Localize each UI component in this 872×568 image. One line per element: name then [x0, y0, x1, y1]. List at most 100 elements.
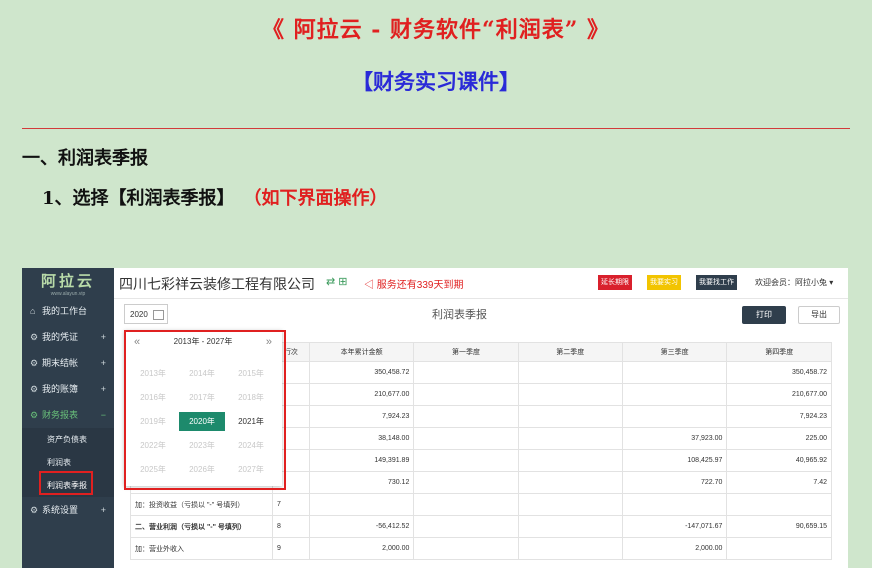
cell-q2 [517, 427, 623, 450]
sidebar-item-label: 我的工作台 [42, 306, 88, 316]
welcome-user[interactable]: 欢迎会员：阿拉小兔 ▾ [755, 277, 833, 288]
export-button[interactable]: 导出 [798, 306, 840, 324]
sidebar-item-label: 财务报表 [42, 410, 79, 420]
cell-q1 [413, 383, 519, 406]
top-bar: 四川七彩祥云装修工程有限公司 ⇄ ⊞ ◁ 服务还有339天到期 延长期限 我要实… [114, 268, 848, 299]
home-icon: ⌂ [30, 306, 36, 316]
extend-button[interactable]: 延长期限 [598, 275, 632, 290]
column-header: 第二季度 [517, 342, 623, 362]
sidebar-item-settings[interactable]: ⚙ 系统设置 + [22, 497, 114, 523]
gears-icon: ⚙ [30, 505, 39, 515]
cell-q4: 210,677.00 [726, 383, 832, 406]
column-header: 第四季度 [726, 342, 832, 362]
sidebar-item-label: 系统设置 [42, 505, 79, 515]
page-title: 利润表季报 [432, 309, 487, 321]
step-heading-text: 1、选择【利润表季报】 [42, 188, 235, 209]
cell-q3 [621, 383, 728, 406]
sidebar-item-label: 我的账簿 [42, 384, 79, 394]
section-heading: 一、利润表季报 [22, 148, 148, 169]
cell-total: -56,412.52 [308, 515, 415, 538]
document-subtitle: 【财务实习课件】 [352, 69, 520, 94]
row-number: 9 [272, 537, 310, 560]
cell-total: 38,148.00 [308, 427, 415, 450]
calendar-icon [153, 310, 164, 320]
highlight-box-menu [39, 471, 93, 495]
cell-total: 210,677.00 [308, 383, 415, 406]
expand-icon: + [100, 384, 106, 394]
highlight-box-picker [124, 330, 286, 490]
cell-q2 [517, 361, 623, 384]
sidebar-item-label: 我的凭证 [42, 332, 79, 342]
expand-icon: + [100, 332, 106, 342]
cell-total: 350,458.72 [308, 361, 415, 384]
sidebar: 阿拉云 www.alayun.vip ⌂ 我的工作台 ⚙ 我的凭证 + ⚙ 期末结帐 + … [22, 268, 114, 568]
column-header: 第三季度 [621, 342, 728, 362]
gears-icon: ⚙ [30, 410, 39, 420]
cell-q1 [413, 405, 519, 428]
cell-q2 [517, 383, 623, 406]
cell-q4: 7.42 [726, 471, 832, 494]
cell-q3: -147,071.67 [621, 515, 728, 538]
cell-q1 [413, 493, 519, 516]
cell-q4: 225.00 [726, 427, 832, 450]
row-item: 二、营业利润（亏损以 "-" 号填列） [129, 515, 274, 538]
sidebar-item-label: 期末结帐 [42, 358, 79, 368]
expire-notice: ◁ 服务还有339天到期 [364, 280, 464, 291]
year-select[interactable]: 2020 [124, 304, 168, 324]
cell-q3 [621, 361, 728, 384]
cell-q2 [517, 537, 623, 560]
gears-icon: ⚙ [30, 358, 39, 368]
cell-q3: 108,425.97 [621, 449, 728, 472]
row-number: 7 [272, 493, 310, 516]
cell-q1 [413, 515, 519, 538]
cell-total [308, 493, 415, 516]
year-value: 2020 [130, 310, 148, 319]
cell-q4: 350,458.72 [726, 361, 832, 384]
sidebar-item-workbench[interactable]: ⌂ 我的工作台 [22, 298, 114, 324]
cell-q4: 90,659.15 [726, 515, 832, 538]
print-button[interactable]: 打印 [742, 306, 786, 324]
expire-text: 服务还有339天到期 [376, 280, 464, 291]
sidebar-item-closing[interactable]: ⚙ 期末结帐 + [22, 350, 114, 376]
step-heading: 1、选择【利润表季报】 （如下界面操作） [42, 184, 388, 210]
expand-icon: + [100, 358, 106, 368]
company-name: 四川七彩祥云装修工程有限公司 [119, 276, 315, 292]
cell-q3 [621, 405, 728, 428]
gears-icon: ⚙ [30, 384, 39, 394]
cell-q3 [621, 493, 728, 516]
cell-q2 [517, 493, 623, 516]
sidebar-item-vouchers[interactable]: ⚙ 我的凭证 + [22, 324, 114, 350]
table-row: 加：投资收益（亏损以 "-" 号填列） 7 [129, 493, 832, 516]
cell-q4: 40,965.92 [726, 449, 832, 472]
table-row: 加：营业外收入 9 2,000.00 2,000.00 [129, 537, 832, 560]
cell-q1 [413, 537, 519, 560]
cell-q2 [517, 449, 623, 472]
submenu-item-balance-sheet[interactable]: 资产负债表 [22, 428, 114, 451]
cell-q3: 722.70 [621, 471, 728, 494]
expand-icon: + [100, 505, 106, 515]
cell-total: 7,924.23 [308, 405, 415, 428]
row-item: 加：投资收益（亏损以 "-" 号填列） [129, 493, 274, 516]
cell-q1 [413, 471, 519, 494]
cell-q1 [413, 449, 519, 472]
document-title: 《 阿拉云 - 财务软件“利润表” 》 [261, 17, 611, 43]
divider [22, 128, 850, 129]
sidebar-item-reports[interactable]: ⚙ 财务报表 − [22, 402, 114, 428]
cell-total: 2,000.00 [308, 537, 415, 560]
app-screenshot: 阿拉云 www.alayun.vip ⌂ 我的工作台 ⚙ 我的凭证 + ⚙ 期末结帐 + … [22, 268, 848, 568]
cell-q3: 37,923.00 [621, 427, 728, 450]
logo-url: www.alayun.vip [50, 291, 86, 297]
table-row: 二、营业利润（亏损以 "-" 号填列） 8 -56,412.52 -147,071.6… [129, 515, 832, 538]
row-number: 8 [272, 515, 310, 538]
cell-q1 [413, 361, 519, 384]
column-header: 本年累计金额 [308, 342, 415, 362]
practice-button[interactable]: 我要实习 [647, 275, 681, 290]
column-header: 第一季度 [413, 342, 519, 362]
cell-q4 [726, 493, 832, 516]
cell-q2 [517, 471, 623, 494]
sidebar-item-ledgers[interactable]: ⚙ 我的账簿 + [22, 376, 114, 402]
switch-icon[interactable]: ⇄ ⊞ [326, 275, 348, 288]
cell-q3: 2,000.00 [621, 537, 728, 560]
row-item: 加：营业外收入 [129, 537, 274, 560]
find-job-button[interactable]: 我要找工作 [696, 275, 737, 290]
